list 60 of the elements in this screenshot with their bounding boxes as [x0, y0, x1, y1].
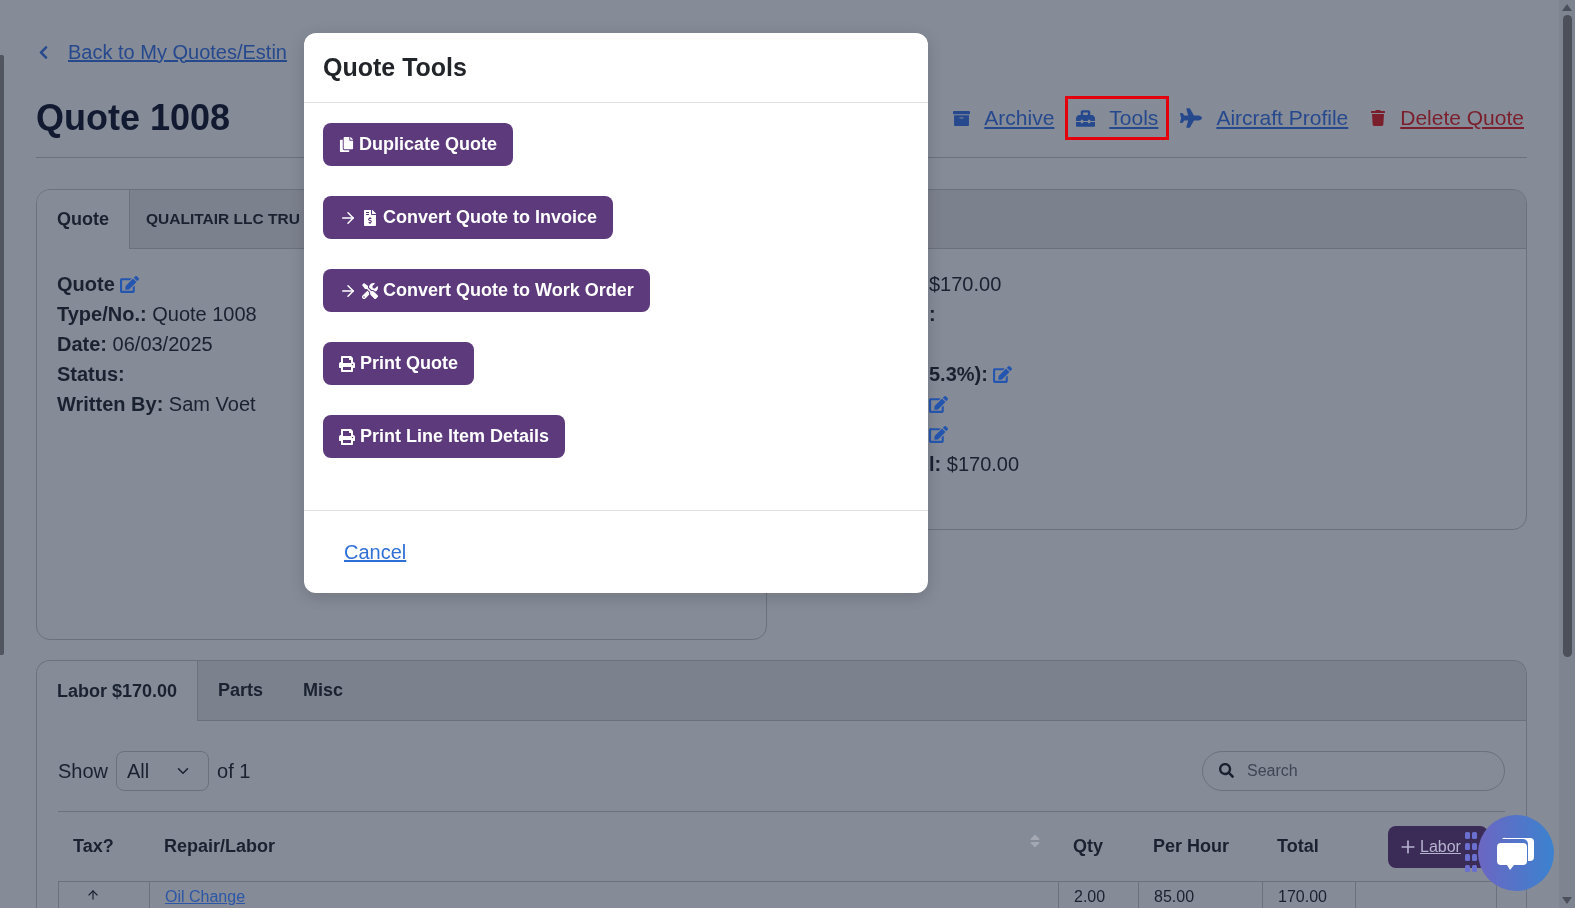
arrow-up-icon[interactable] [86, 888, 100, 902]
total-text: : [929, 302, 936, 327]
search-field[interactable]: Search [1202, 751, 1505, 791]
scrollbar-thumb[interactable] [0, 55, 4, 655]
edit-icon[interactable] [929, 394, 948, 414]
back-link[interactable]: Back to My Quotes/Estin [68, 40, 287, 64]
tool-button[interactable]: Print Quote [323, 342, 474, 385]
dialog-title: Quote Tools [323, 53, 467, 82]
archive-box-icon [953, 109, 971, 127]
wrench-screwdriver-icon [362, 282, 378, 299]
printer-icon [339, 428, 355, 445]
tool-button[interactable]: Duplicate Quote [323, 123, 513, 166]
airplane-icon [1180, 107, 1203, 129]
tab[interactable]: Misc [283, 661, 364, 720]
dollar-document-icon [362, 209, 378, 226]
tool-button[interactable]: Convert Quote to Invoice [323, 196, 614, 239]
table-cell: 170.00 [1262, 881, 1355, 908]
show-label: Show [58, 759, 109, 783]
column-header: Total [1277, 836, 1319, 857]
page-count-text: of 1 [217, 759, 251, 783]
field-text: Type/No.: Quote 1008 [57, 302, 257, 327]
scroll-up-arrow-icon[interactable] [1562, 4, 1572, 11]
field-text: Status: [57, 362, 125, 387]
total-text: l: $170.00 [929, 452, 1020, 477]
action-link[interactable]: Archive [942, 96, 1066, 140]
field-text: Written By: Sam Voet [57, 392, 256, 417]
printer-icon [339, 355, 355, 372]
total-text: $170.00 [929, 272, 1002, 297]
search-icon [1219, 763, 1234, 778]
tool-button[interactable]: Convert Quote to Work Order [323, 269, 650, 312]
drag-handle-icon[interactable] [1465, 832, 1477, 872]
section-heading: Quote [57, 272, 115, 297]
tool-button[interactable]: Print Line Item Details [323, 415, 566, 458]
total-text: 5.3%): [929, 362, 988, 387]
tab[interactable]: Quote [37, 190, 130, 249]
column-header: Tax? [73, 836, 114, 857]
edit-icon[interactable] [119, 274, 139, 294]
copy-icon [339, 137, 354, 152]
chat-bubbles-icon [1497, 835, 1535, 871]
scrollbar-track[interactable] [1559, 0, 1575, 908]
column-header: Repair/Labor [164, 836, 276, 857]
tab[interactable]: Parts [198, 661, 284, 720]
field-text: Date: 06/03/2025 [57, 332, 213, 357]
edit-icon[interactable] [992, 364, 1012, 384]
action-link[interactable]: Tools [1065, 96, 1170, 140]
page-size-select[interactable]: All [116, 751, 210, 791]
scrollbar-thumb[interactable] [1562, 15, 1572, 657]
cancel-link[interactable]: Cancel [344, 540, 407, 564]
action-link[interactable]: Aircraft Profile [1169, 96, 1360, 140]
table-cell: 85.00 [1138, 881, 1262, 908]
column-header: Qty [1073, 836, 1103, 857]
toolbox-icon [1076, 108, 1096, 128]
page-title: Quote 1008 [36, 96, 231, 140]
scroll-down-arrow-icon[interactable] [1562, 897, 1572, 904]
delete-link[interactable]: Delete Quote [1359, 96, 1535, 140]
trash-icon [1370, 110, 1387, 126]
table-cell: 2.00 [1058, 881, 1138, 908]
tab[interactable]: Labor $170.00 [37, 661, 199, 721]
edit-icon[interactable] [929, 424, 948, 444]
column-header: Per Hour [1153, 836, 1230, 857]
